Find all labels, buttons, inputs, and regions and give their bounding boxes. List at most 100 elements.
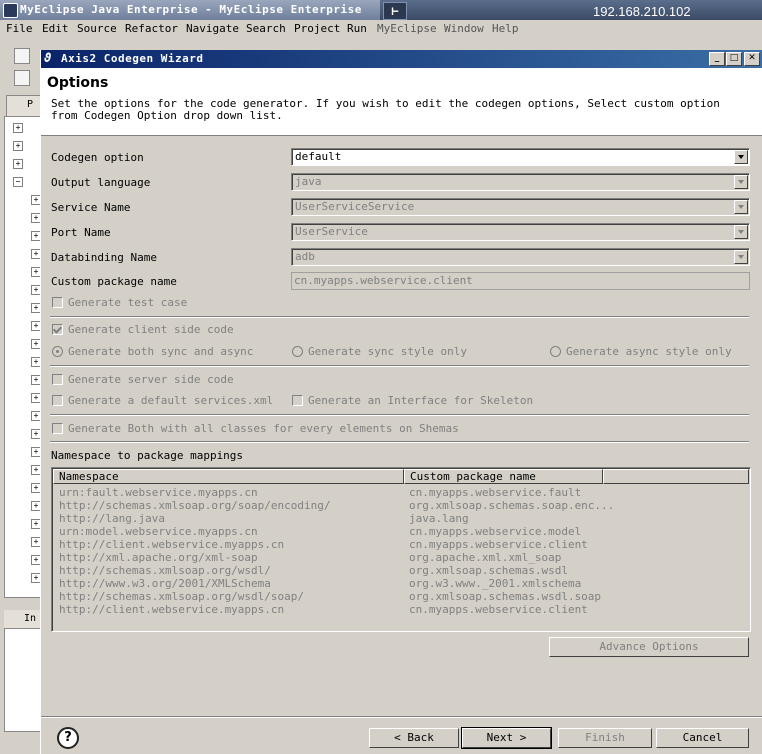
advance-options-button[interactable]: Advance Options — [549, 637, 749, 657]
dialog-title-bar[interactable]: ϑ Axis2 Codegen Wizard _ □ ✕ — [41, 50, 762, 68]
package-explorer-tab[interactable]: P — [6, 95, 42, 117]
chevron-down-icon[interactable] — [734, 175, 748, 189]
maximize-icon[interactable]: □ — [726, 52, 742, 66]
back-button[interactable]: < Back — [369, 728, 459, 748]
package-cell[interactable]: org.apache.xml.xml_soap — [409, 551, 561, 564]
namespace-cell: http://lang.java — [59, 512, 165, 525]
save-icon[interactable] — [14, 70, 30, 86]
new-icon[interactable] — [14, 48, 30, 64]
service-name-select[interactable]: UserServiceService — [291, 198, 750, 216]
sync-only-radio[interactable] — [292, 346, 303, 357]
default-services-xml-checkbox[interactable] — [52, 395, 63, 406]
port-name-label: Port Name — [51, 226, 111, 239]
tree-collapse-icon[interactable]: − — [13, 177, 23, 187]
separator — [50, 316, 749, 318]
minimize-icon[interactable]: _ — [709, 52, 725, 66]
column-header-namespace[interactable]: Namespace — [53, 469, 404, 484]
namespace-mapping-table[interactable]: Namespace Custom package name urn:fault.… — [51, 467, 751, 632]
table-row[interactable]: http://schemas.xmlsoap.org/soap/encoding… — [52, 499, 748, 512]
package-cell[interactable]: org.xmlsoap.schemas.soap.enc... — [409, 499, 614, 512]
table-row[interactable]: http://xml.apache.org/xml-soap org.apache… — [52, 551, 748, 564]
cancel-button[interactable]: Cancel — [656, 728, 749, 748]
databinding-name-select[interactable]: adb — [291, 248, 750, 266]
sync-async-radio[interactable] — [52, 346, 63, 357]
menu-window[interactable]: Window — [444, 22, 484, 35]
package-tree[interactable]: + + + − + + + + + + + + + + + + + + + + … — [4, 116, 42, 598]
generate-all-classes-checkbox[interactable] — [52, 423, 63, 434]
async-only-radio[interactable] — [550, 346, 561, 357]
namespace-cell: http://schemas.xmlsoap.org/soap/encoding… — [59, 499, 331, 512]
close-icon[interactable]: ✕ — [744, 52, 760, 66]
menu-myeclipse[interactable]: MyEclipse — [377, 22, 437, 35]
column-header-package[interactable]: Custom package name — [404, 469, 603, 484]
package-cell[interactable]: org.w3.www._2001.xmlschema — [409, 577, 581, 590]
codegen-option-label: Codegen option — [51, 151, 144, 164]
service-name-label: Service Name — [51, 201, 131, 214]
chevron-down-icon[interactable] — [734, 150, 748, 164]
package-cell[interactable]: org.xmlsoap.schemas.wsdl.soap — [409, 590, 601, 603]
menu-file[interactable]: File — [6, 22, 33, 35]
menu-edit[interactable]: Edit — [42, 22, 69, 35]
generate-all-classes-label: Generate Both with all classes for every… — [68, 422, 459, 435]
menu-help[interactable]: Help — [492, 22, 519, 35]
package-cell[interactable]: cn.myapps.webservice.client — [409, 603, 588, 616]
chevron-down-icon[interactable] — [734, 250, 748, 264]
package-cell[interactable]: java.lang — [409, 512, 469, 525]
table-row[interactable]: urn:model.webservice.myapps.cn cn.myapps.… — [52, 525, 748, 538]
table-row[interactable]: http://schemas.xmlsoap.org/wsdl/soap/org… — [52, 590, 748, 603]
generate-server-checkbox[interactable] — [52, 374, 63, 385]
package-cell[interactable]: org.xmlsoap.schemas.wsdl — [409, 564, 568, 577]
table-row[interactable]: http://lang.java java.lang — [52, 512, 748, 525]
menu-project[interactable]: Project — [294, 22, 340, 35]
tree-expand-icon[interactable]: + — [13, 123, 23, 133]
menu-run[interactable]: Run — [347, 22, 367, 35]
info-view-tab[interactable]: In — [4, 610, 40, 629]
remote-pin-icon[interactable]: ⊢ — [383, 2, 407, 20]
menu-source[interactable]: Source — [77, 22, 117, 35]
table-row[interactable]: http://client.webservice.myapps.cn cn.mya… — [52, 538, 748, 551]
sync-async-label: Generate both sync and async — [68, 345, 254, 358]
custom-package-value: cn.myapps.webservice.client — [294, 274, 473, 287]
output-language-value: java — [295, 175, 322, 188]
namespace-cell: http://schemas.xmlsoap.org/wsdl/soap/ — [59, 590, 305, 603]
info-tab-label: In — [24, 613, 37, 624]
default-services-xml-label: Generate a default services.xml — [68, 394, 274, 407]
sync-only-label: Generate sync style only — [308, 345, 467, 358]
package-tab-label: P — [27, 99, 34, 110]
namespace-cell: urn:fault.webservice.myapps.cn — [59, 486, 258, 499]
next-button[interactable]: Next > — [461, 727, 552, 749]
tree-expand-icon[interactable]: + — [13, 159, 23, 169]
menu-refactor[interactable]: Refactor — [125, 22, 178, 35]
port-name-select[interactable]: UserService — [291, 223, 750, 241]
table-row[interactable]: http://www.w3.org/2001/XMLSchema org.w3.w… — [52, 577, 748, 590]
table-row[interactable]: http://client.webservice.myapps.cn cn.mya… — [52, 603, 748, 616]
page-description-line2: from Codegen Option drop down list. — [51, 109, 283, 122]
service-name-value: UserServiceService — [295, 200, 415, 213]
namespace-cell: http://schemas.xmlsoap.org/wsdl/ — [59, 564, 271, 577]
generate-client-checkbox[interactable] — [52, 324, 63, 335]
menu-search[interactable]: Search — [246, 22, 286, 35]
chevron-down-icon[interactable] — [734, 225, 748, 239]
table-row[interactable]: urn:fault.webservice.myapps.cn cn.myapps.… — [52, 486, 748, 499]
table-row[interactable]: http://schemas.xmlsoap.org/wsdl/org.xmls… — [52, 564, 748, 577]
generate-test-case-checkbox[interactable] — [52, 297, 63, 308]
namespace-cell: http://client.webservice.myapps.cn — [59, 538, 285, 551]
output-language-select[interactable]: java — [291, 173, 750, 191]
output-language-label: Output language — [51, 176, 151, 189]
custom-package-label: Custom package name — [51, 275, 177, 288]
package-cell[interactable]: cn.myapps.webservice.client — [409, 538, 588, 551]
codegen-option-select[interactable]: default — [291, 148, 750, 166]
chevron-down-icon[interactable] — [734, 200, 748, 214]
interface-skeleton-label: Generate an Interface for Skeleton — [308, 394, 534, 407]
namespace-cell: http://xml.apache.org/xml-soap — [59, 551, 258, 564]
interface-skeleton-checkbox[interactable] — [292, 395, 303, 406]
menu-navigate[interactable]: Navigate — [186, 22, 239, 35]
help-icon[interactable]: ? — [57, 727, 79, 749]
async-only-label: Generate async style only — [566, 345, 732, 358]
tree-expand-icon[interactable]: + — [13, 141, 23, 151]
package-cell[interactable]: cn.myapps.webservice.model — [409, 525, 581, 538]
finish-button[interactable]: Finish — [558, 728, 652, 748]
custom-package-input[interactable]: cn.myapps.webservice.client — [291, 272, 750, 290]
background-menu-bar: File Edit Source Refactor Navigate Searc… — [0, 20, 762, 38]
package-cell[interactable]: cn.myapps.webservice.fault — [409, 486, 581, 499]
